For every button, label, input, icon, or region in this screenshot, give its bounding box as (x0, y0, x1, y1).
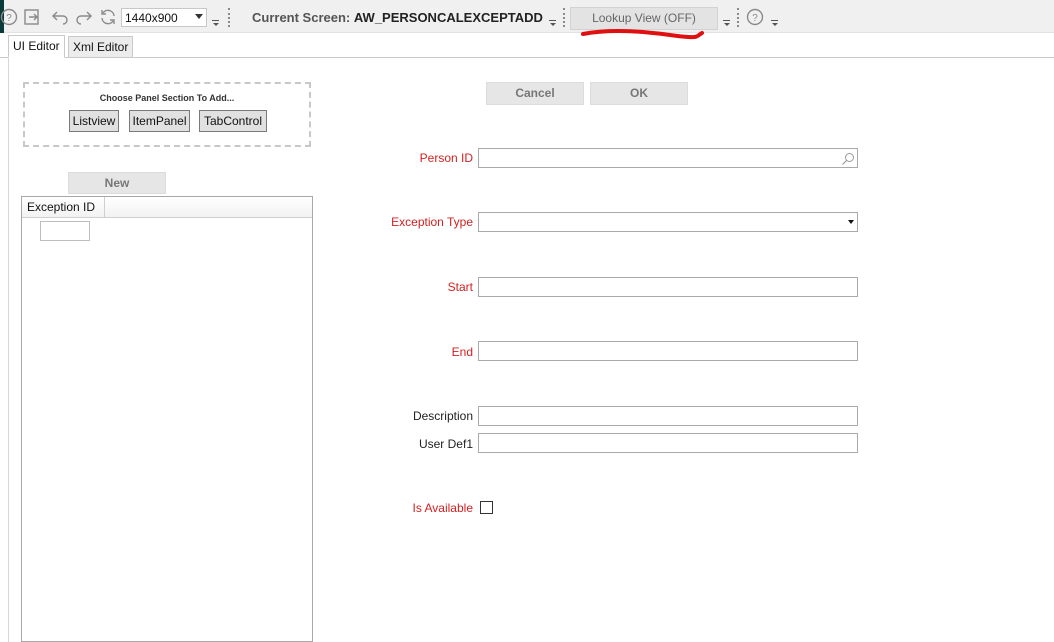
start-field[interactable] (478, 277, 858, 297)
list-header: Exception ID (22, 197, 312, 218)
user-def1-label: User Def1 (418, 437, 473, 451)
person-id-label: Person ID (419, 151, 473, 165)
current-screen: Current Screen: AW_PERSONCALEXCEPTADD (252, 10, 543, 25)
user-def1-field[interactable] (478, 433, 858, 453)
divider (8, 58, 9, 642)
chevron-down-icon (195, 14, 203, 19)
listview-button[interactable]: Listview (69, 110, 119, 132)
column-header-exception-id[interactable]: Exception ID (22, 197, 105, 217)
panel-section-chooser: Choose Panel Section To Add... Listview … (23, 82, 311, 147)
toolbar-grip[interactable] (563, 8, 565, 27)
resolution-value: 1440x900 (125, 11, 178, 25)
exception-type-label: Exception Type (391, 215, 473, 229)
help-icon[interactable]: ? (746, 8, 764, 26)
tab-ui-editor[interactable]: UI Editor (8, 35, 65, 58)
editor-tabs: UI Editor Xml Editor (0, 33, 1054, 58)
ok-button[interactable]: OK (590, 82, 688, 105)
panel-section-title: Choose Panel Section To Add... (99, 93, 235, 103)
tabcontrol-button[interactable]: TabControl (199, 110, 267, 132)
list-cell[interactable] (40, 221, 90, 241)
itempanel-button[interactable]: ItemPanel (129, 110, 190, 132)
svg-text:?: ? (6, 13, 12, 24)
description-field[interactable] (478, 406, 858, 426)
tab-xml-editor[interactable]: Xml Editor (68, 36, 134, 58)
is-available-label: Is Available (412, 501, 474, 515)
current-screen-value: AW_PERSONCALEXCEPTADD (353, 10, 543, 25)
exception-list[interactable]: Exception ID (21, 196, 313, 642)
help-icon[interactable]: ? (0, 8, 18, 26)
toolbar: ? 1440x900 Current Screen: AW_PERSONCALE… (0, 0, 1054, 33)
exit-icon[interactable] (23, 8, 41, 26)
svg-text:?: ? (752, 13, 758, 24)
end-field[interactable] (478, 341, 858, 361)
start-label: Start (447, 280, 473, 294)
is-available-checkbox[interactable] (480, 501, 493, 514)
undo-icon[interactable] (51, 8, 69, 26)
refresh-icon[interactable] (99, 8, 117, 26)
toolbar-grip[interactable] (228, 8, 230, 27)
search-icon[interactable] (840, 151, 856, 167)
exception-type-select[interactable] (478, 212, 858, 232)
resolution-select[interactable]: 1440x900 (121, 8, 207, 27)
current-screen-label: Current Screen: (252, 10, 351, 25)
toolbar-grip[interactable] (737, 8, 739, 27)
description-label: Description (412, 409, 473, 423)
new-button[interactable]: New (68, 172, 166, 194)
person-id-field[interactable] (478, 148, 858, 168)
redo-icon[interactable] (75, 8, 93, 26)
chevron-down-icon (848, 220, 854, 224)
end-label: End (451, 345, 473, 359)
cancel-button[interactable]: Cancel (486, 82, 584, 105)
